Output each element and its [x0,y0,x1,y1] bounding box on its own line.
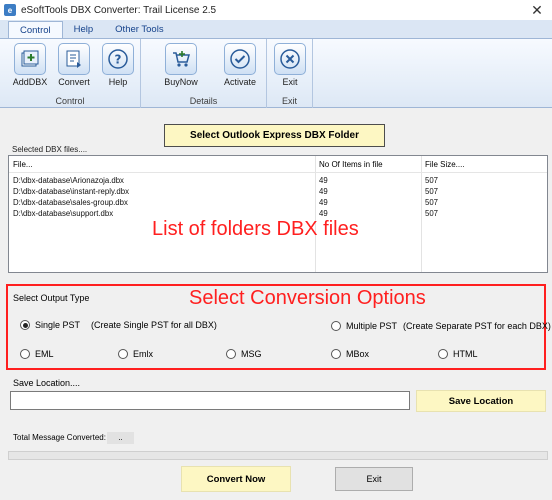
save-location-button[interactable]: Save Location [416,390,546,412]
ribbon-group-label: Exit [281,96,297,106]
item-count-cell: 49 [319,198,328,207]
ribbon-group-exit: Exit Exit [267,39,313,108]
file-path-cell: D:\dbx-database\sales-group.dbx [13,198,128,207]
single-pst-description: (Create Single PST for all DBX) [91,320,217,330]
title-bar: e eSoftTools DBX Converter: Trail Licens… [0,0,552,20]
ribbon-group-label: Details [189,96,218,106]
total-converted-value: .. [107,432,134,444]
radio-icon [20,349,30,359]
save-location-label: Save Location.... [13,378,81,388]
ribbon-tabs: Control Help Other Tools [0,20,552,38]
format-label: Emlx [133,349,153,359]
table-row[interactable]: D:\dbx-database\sales-group.dbx 49 507 [9,197,547,208]
column-header-file[interactable]: File... [9,156,315,173]
format-radio-mbox[interactable]: MBox [331,349,369,359]
window-close-button[interactable]: ✕ [522,0,552,20]
column-header-size[interactable]: File Size.... [421,156,547,173]
app-logo-icon: e [4,4,16,16]
radio-icon [118,349,128,359]
radio-icon [331,321,341,331]
file-path-cell: D:\dbx-database\Arionazoja.dbx [13,176,124,185]
format-label: EML [35,349,54,359]
help-label: Help [108,77,128,87]
conversion-progress-bar [8,451,548,460]
single-pst-radio[interactable]: Single PST (Create Single PST for all DB… [20,320,217,330]
ribbon-group-control: AddDBX Convert ? Help Control [0,39,141,108]
format-radio-msg[interactable]: MSG [226,349,262,359]
tab-other-tools[interactable]: Other Tools [104,21,174,38]
multiple-pst-radio[interactable]: Multiple PST (Create Separate PST for ea… [331,321,551,331]
buy-now-button[interactable]: BuyNow [161,43,201,93]
format-radio-eml[interactable]: EML [20,349,54,359]
buy-now-label: BuyNow [164,77,198,87]
table-row[interactable]: D:\dbx-database\instant-reply.dbx 49 507 [9,186,547,197]
check-icon [224,43,256,75]
column-header-items[interactable]: No Of Items in file [315,156,421,173]
activate-label: Activate [223,77,256,87]
table-row[interactable]: D:\dbx-database\Arionazoja.dbx 49 507 [9,175,547,186]
item-count-cell: 49 [319,187,328,196]
format-radio-html[interactable]: HTML [438,349,478,359]
close-icon [274,43,306,75]
single-pst-label: Single PST [35,320,81,330]
radio-icon [331,349,341,359]
file-size-cell: 507 [425,209,439,218]
help-icon: ? [102,43,134,75]
radio-icon [438,349,448,359]
add-dbx-icon [14,43,46,75]
file-path-cell: D:\dbx-database\support.dbx [13,209,114,218]
total-converted-label: Total Message Converted: [13,433,106,442]
activate-button[interactable]: Activate [220,43,260,93]
radio-icon [226,349,236,359]
convert-now-button[interactable]: Convert Now [181,466,291,492]
convert-label: Convert [58,77,90,87]
ribbon-exit-label: Exit [282,77,298,87]
tab-help[interactable]: Help [63,21,105,38]
save-location-input[interactable] [10,391,410,410]
file-path-cell: D:\dbx-database\instant-reply.dbx [13,187,130,196]
dbx-file-list[interactable]: File... No Of Items in file File Size...… [8,155,548,273]
annotation-list-label: List of folders DBX files [152,218,359,240]
window-title: eSoftTools DBX Converter: Trail License … [21,4,217,16]
svg-text:?: ? [115,53,122,67]
file-size-cell: 507 [425,187,439,196]
multiple-pst-description: (Create Separate PST for each DBX) [403,321,551,331]
file-size-cell: 507 [425,198,439,207]
app-window: e eSoftTools DBX Converter: Trail Licens… [0,0,552,500]
exit-button[interactable]: Exit [335,467,413,491]
annotation-options-label: Select Conversion Options [189,287,426,309]
cart-icon [165,43,197,75]
select-dbx-folder-button[interactable]: Select Outlook Express DBX Folder [164,124,385,147]
format-label: MSG [241,349,262,359]
selected-files-caption: Selected DBX files.... [12,145,88,154]
item-count-cell: 49 [319,176,328,185]
ribbon: AddDBX Convert ? Help Control BuyNow Act… [0,38,552,108]
format-radio-emlx[interactable]: Emlx [118,349,153,359]
tab-control[interactable]: Control [8,21,63,38]
ribbon-exit-button[interactable]: Exit [270,43,310,93]
convert-button[interactable]: Convert [54,43,94,93]
radio-selected-icon [20,320,30,330]
format-label: HTML [453,349,478,359]
output-type-title: Select Output Type [13,293,90,303]
format-label: MBox [346,349,370,359]
ribbon-group-label: Control [55,96,85,106]
help-button[interactable]: ? Help [98,43,138,93]
add-dbx-label: AddDBX [12,77,48,87]
file-size-cell: 507 [425,176,439,185]
add-dbx-button[interactable]: AddDBX [10,43,50,93]
convert-icon [58,43,90,75]
file-list-header: File... No Of Items in file File Size...… [9,156,547,173]
ribbon-group-details: BuyNow Activate Details [141,39,267,108]
multiple-pst-label: Multiple PST [346,321,398,331]
